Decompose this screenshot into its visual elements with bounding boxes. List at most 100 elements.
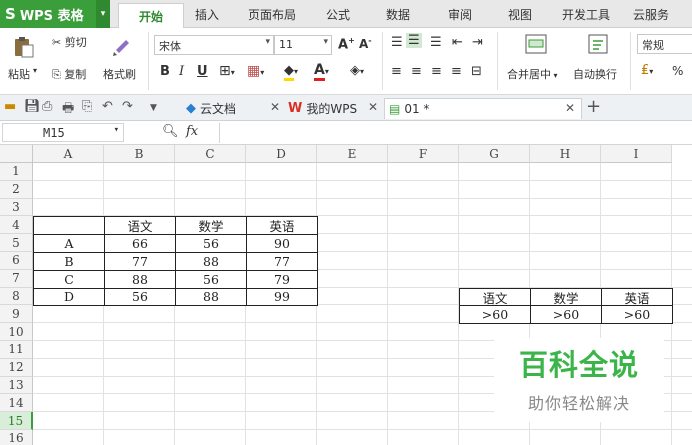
table1-header-cell[interactable]: 英语 bbox=[246, 216, 318, 236]
tab-view[interactable]: 视图 bbox=[508, 6, 532, 23]
distribute-icon[interactable]: ⊟ bbox=[471, 64, 482, 79]
column-header-A[interactable]: A bbox=[33, 145, 104, 163]
align-center-icon[interactable]: ≡ bbox=[411, 64, 422, 79]
table1-value-cell[interactable]: 99 bbox=[246, 287, 318, 307]
number-format-select[interactable]: 常规 bbox=[637, 34, 692, 54]
print-preview-icon[interactable]: ⎘ bbox=[82, 99, 92, 114]
select-all-corner[interactable] bbox=[0, 145, 33, 163]
wrap-text-button[interactable]: 自动换行 bbox=[573, 66, 617, 82]
column-header-I[interactable]: I bbox=[601, 145, 672, 163]
tab-page-layout[interactable]: 页面布局 bbox=[248, 6, 296, 23]
increase-font-icon[interactable]: A+ bbox=[338, 36, 355, 52]
merge-center-button[interactable]: 合并居中 ▾ bbox=[507, 66, 558, 82]
table1-row-label-cell[interactable]: A bbox=[33, 234, 105, 253]
row-header-6[interactable]: 6 bbox=[0, 252, 33, 270]
row-header-5[interactable]: 5 bbox=[0, 234, 33, 252]
tab-developer[interactable]: 开发工具 bbox=[562, 6, 610, 23]
table1-value-cell[interactable]: 56 bbox=[175, 234, 247, 253]
table1-value-cell[interactable]: 90 bbox=[246, 234, 318, 253]
print-icon[interactable]: 🖶︎ bbox=[62, 99, 74, 121]
align-bottom-icon[interactable]: ☰ bbox=[430, 35, 442, 50]
align-right-icon[interactable]: ≡ bbox=[431, 64, 442, 79]
table1-value-cell[interactable]: 56 bbox=[104, 287, 176, 307]
tab-insert[interactable]: 插入 bbox=[195, 6, 219, 23]
table1-value-cell[interactable]: 77 bbox=[246, 252, 318, 271]
row-header-2[interactable]: 2 bbox=[0, 180, 33, 199]
format-painter-button[interactable]: 格式刷 bbox=[103, 66, 136, 82]
column-header-H[interactable]: H bbox=[530, 145, 601, 163]
fill-color-icon[interactable]: ◆▾ bbox=[284, 63, 298, 81]
clear-format-icon[interactable]: ◈▾ bbox=[350, 63, 364, 78]
align-middle-icon[interactable]: ☰ bbox=[406, 33, 422, 48]
tab-review[interactable]: 审阅 bbox=[448, 6, 472, 23]
export-pdf-icon[interactable]: ⎙ bbox=[42, 99, 52, 114]
currency-format-icon[interactable]: ₤▾ bbox=[641, 63, 653, 78]
chevron-down-icon[interactable]: ▼ bbox=[150, 103, 157, 113]
tab-cloud-service[interactable]: 云服务 bbox=[633, 6, 669, 23]
table2-criteria-cell[interactable]: >60 bbox=[601, 305, 673, 325]
brush-icon[interactable] bbox=[108, 34, 134, 60]
table1-row-label-cell[interactable]: C bbox=[33, 269, 105, 289]
align-top-icon[interactable]: ☰ bbox=[391, 35, 403, 50]
table1-row-label-cell[interactable]: D bbox=[33, 287, 105, 307]
tab-home[interactable]: 开始 bbox=[118, 3, 184, 29]
column-header-C[interactable]: C bbox=[175, 145, 246, 163]
merge-cells-icon[interactable] bbox=[523, 32, 549, 56]
paste-button[interactable] bbox=[10, 34, 38, 60]
row-header-7[interactable]: 7 bbox=[0, 269, 33, 288]
chevron-down-icon[interactable]: ▾ bbox=[33, 66, 37, 75]
zoom-search-icon[interactable]: 🔍︎ bbox=[162, 124, 179, 139]
row-header-9[interactable]: 9 bbox=[0, 305, 33, 324]
underline-icon[interactable]: U bbox=[197, 64, 208, 79]
justify-icon[interactable]: ≡ bbox=[451, 64, 462, 79]
row-header-16[interactable]: 16 bbox=[0, 430, 33, 445]
cut-button[interactable]: ✂ 剪切 bbox=[52, 34, 87, 50]
font-color-icon[interactable]: A▾ bbox=[314, 62, 329, 81]
table2-header-cell[interactable]: 英语 bbox=[601, 287, 673, 307]
table2-header-cell[interactable]: 语文 bbox=[459, 287, 531, 307]
new-tab-plus-icon[interactable]: + bbox=[586, 96, 601, 117]
column-header-D[interactable]: D bbox=[246, 145, 317, 163]
table1-value-cell[interactable]: 88 bbox=[175, 287, 247, 307]
app-menu-button[interactable]: S WPS 表格 ▾ bbox=[0, 0, 110, 28]
table1-value-cell[interactable]: 77 bbox=[104, 252, 176, 271]
table2-criteria-cell[interactable]: >60 bbox=[530, 305, 602, 325]
row-header-14[interactable]: 14 bbox=[0, 394, 33, 413]
font-name-select[interactable]: 宋体 ▾ bbox=[154, 35, 274, 55]
align-left-icon[interactable]: ≡ bbox=[391, 64, 402, 79]
doc-tab-cloud-docs[interactable]: ◆ 云文档 ✕ bbox=[168, 98, 286, 119]
table1-header-cell[interactable]: 语文 bbox=[104, 216, 176, 236]
copy-button[interactable]: ⎘ 复制 bbox=[52, 66, 86, 82]
function-fx-icon[interactable]: fx bbox=[186, 124, 198, 139]
bold-icon[interactable]: B bbox=[160, 64, 170, 79]
open-folder-icon[interactable]: ▬ bbox=[4, 99, 16, 114]
fill-pattern-icon[interactable]: ▦▾ bbox=[247, 63, 264, 79]
italic-icon[interactable]: I bbox=[179, 64, 184, 79]
wrap-text-icon[interactable] bbox=[585, 32, 611, 56]
close-icon[interactable]: ✕ bbox=[565, 101, 575, 115]
percent-button[interactable]: % bbox=[672, 64, 683, 78]
row-header-15[interactable]: 15 bbox=[0, 412, 33, 430]
column-header-E[interactable]: E bbox=[317, 145, 388, 163]
border-icon[interactable]: ⊞▾ bbox=[219, 63, 235, 79]
row-header-4[interactable]: 4 bbox=[0, 216, 33, 235]
row-header-3[interactable]: 3 bbox=[0, 198, 33, 217]
doc-tab-my-wps[interactable]: W 我的WPS ✕ bbox=[286, 98, 384, 119]
save-icon[interactable]: 💾︎ bbox=[24, 99, 41, 114]
table1-value-cell[interactable]: 79 bbox=[246, 269, 318, 289]
row-header-10[interactable]: 10 bbox=[0, 323, 33, 341]
doc-tab-active[interactable]: ▤ 01 * ✕ bbox=[384, 98, 582, 119]
row-header-13[interactable]: 13 bbox=[0, 376, 33, 395]
indent-increase-icon[interactable]: ⇥ bbox=[472, 35, 483, 50]
table2-header-cell[interactable]: 数学 bbox=[530, 287, 602, 307]
chevron-down-icon[interactable]: ▾ bbox=[96, 0, 110, 28]
redo-icon[interactable]: ↷ bbox=[122, 99, 133, 114]
row-header-12[interactable]: 12 bbox=[0, 358, 33, 377]
table1-value-cell[interactable]: 88 bbox=[175, 252, 247, 271]
undo-icon[interactable]: ↶ bbox=[102, 99, 113, 114]
tab-data[interactable]: 数据 bbox=[386, 6, 410, 23]
table1-corner-cell[interactable] bbox=[33, 216, 105, 236]
column-header-G[interactable]: G bbox=[459, 145, 530, 163]
decrease-font-icon[interactable]: A- bbox=[359, 36, 372, 51]
close-icon[interactable]: ✕ bbox=[270, 100, 280, 114]
